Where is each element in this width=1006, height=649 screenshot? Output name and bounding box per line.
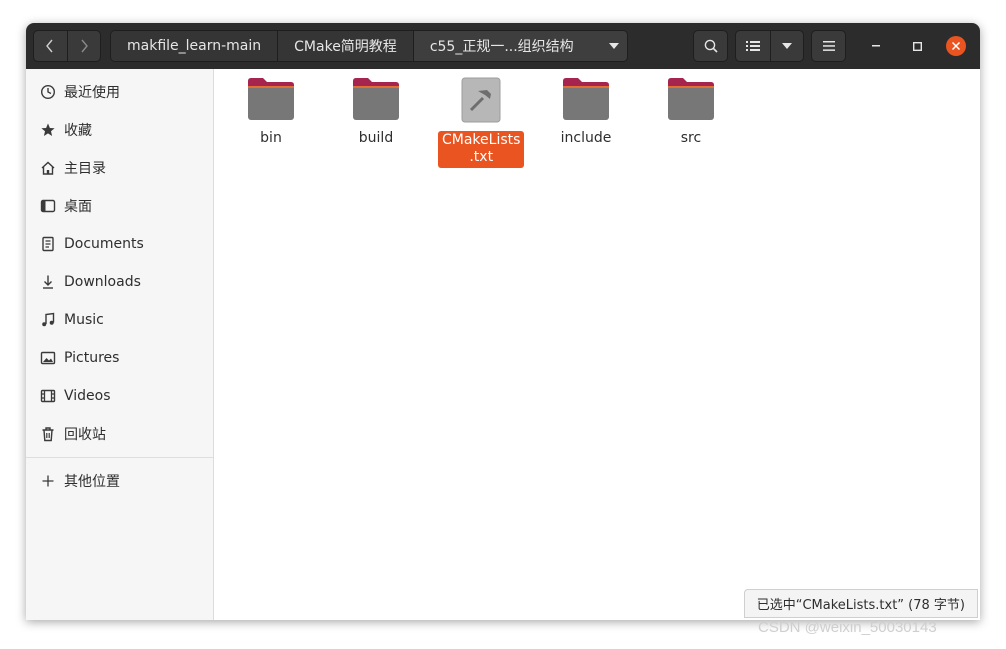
- music-icon: [40, 312, 56, 328]
- list-view-button[interactable]: [736, 31, 771, 61]
- sidebar-item-other-locations[interactable]: 其他位置: [26, 464, 213, 498]
- sidebar: 最近使用 收藏 主目录 桌面 Documents Downloads Music: [26, 69, 214, 620]
- sidebar-item-trash[interactable]: 回收站: [26, 417, 213, 451]
- breadcrumb-item[interactable]: makfile_learn-main: [111, 31, 279, 61]
- build-file-icon: [461, 77, 501, 123]
- sidebar-item-label: Documents: [64, 236, 144, 252]
- sidebar-item-label: Music: [64, 312, 104, 328]
- sidebar-item-label: Pictures: [64, 350, 120, 366]
- file-name: bin: [260, 130, 282, 146]
- folder-icon: [248, 78, 294, 120]
- home-icon: [40, 160, 56, 176]
- file-item-include[interactable]: include: [543, 77, 629, 148]
- search-icon: [704, 39, 718, 53]
- file-view: bin build CMakeLists .txt include src 已选中…: [214, 69, 980, 620]
- sidebar-item-videos[interactable]: Videos: [26, 379, 213, 413]
- sidebar-item-music[interactable]: Music: [26, 303, 213, 337]
- folder-icon: [353, 78, 399, 120]
- file-manager-window: makfile_learn-main CMake简明教程 c55_正规一...组…: [26, 23, 980, 620]
- sidebar-item-label: Downloads: [64, 274, 141, 290]
- chevron-right-icon: [81, 39, 88, 53]
- file-name: CMakeLists .txt: [438, 131, 525, 168]
- sidebar-item-label: 桌面: [64, 199, 92, 215]
- breadcrumb-current[interactable]: c55_正规一...组织结构: [413, 31, 627, 61]
- sidebar-item-label: 最近使用: [64, 85, 120, 101]
- sidebar-item-label: 回收站: [64, 427, 106, 443]
- document-icon: [40, 236, 56, 252]
- header-bar: makfile_learn-main CMake简明教程 c55_正规一...组…: [26, 23, 980, 69]
- sidebar-item-recent[interactable]: 最近使用: [26, 75, 213, 109]
- list-view-icon: [746, 41, 760, 51]
- sidebar-item-label: 主目录: [64, 161, 106, 177]
- download-icon: [40, 274, 56, 290]
- sidebar-item-starred[interactable]: 收藏: [26, 113, 213, 147]
- minimize-icon: [872, 45, 880, 47]
- file-item-cmakelists[interactable]: CMakeLists .txt: [438, 77, 525, 168]
- sidebar-item-label: 其他位置: [64, 474, 120, 490]
- picture-icon: [40, 350, 56, 366]
- file-item-bin[interactable]: bin: [228, 77, 314, 148]
- clock-icon: [40, 84, 56, 100]
- file-name-line1: CMakeLists: [442, 132, 521, 148]
- trash-icon: [40, 426, 56, 442]
- file-name: include: [560, 130, 612, 146]
- maximize-icon: [912, 41, 922, 51]
- plus-icon: [40, 473, 56, 489]
- sidebar-item-documents[interactable]: Documents: [26, 227, 213, 261]
- view-options-group: [735, 30, 804, 62]
- sidebar-item-desktop[interactable]: 桌面: [26, 189, 213, 223]
- sidebar-divider: [26, 457, 213, 458]
- watermark: CSDN @weixin_50030143: [758, 619, 937, 636]
- menu-button[interactable]: [811, 30, 846, 62]
- view-dropdown-button[interactable]: [771, 31, 803, 61]
- back-button[interactable]: [34, 31, 67, 61]
- video-icon: [40, 388, 56, 404]
- folder-icon: [668, 78, 714, 120]
- selection-status: 已选中“CMakeLists.txt” (78 字节): [743, 589, 978, 618]
- file-name-line2: .txt: [469, 149, 494, 165]
- sidebar-item-label: Videos: [64, 388, 111, 404]
- navigation-buttons: [33, 30, 101, 62]
- forward-button[interactable]: [66, 31, 101, 61]
- sidebar-item-pictures[interactable]: Pictures: [26, 341, 213, 375]
- minimize-button[interactable]: [866, 36, 886, 56]
- breadcrumb: makfile_learn-main CMake简明教程 c55_正规一...组…: [110, 30, 628, 62]
- file-item-build[interactable]: build: [333, 77, 419, 148]
- breadcrumb-item[interactable]: CMake简明教程: [278, 31, 414, 61]
- sidebar-item-home[interactable]: 主目录: [26, 151, 213, 185]
- file-name: src: [680, 130, 702, 146]
- close-icon: [952, 42, 960, 50]
- close-button[interactable]: [946, 36, 966, 56]
- maximize-button[interactable]: [907, 36, 927, 56]
- caret-down-icon: [608, 43, 619, 49]
- breadcrumb-current-label: c55_正规一...组织结构: [429, 39, 574, 55]
- chevron-left-icon: [46, 39, 53, 53]
- desktop-icon: [40, 198, 56, 214]
- sidebar-item-label: 收藏: [64, 123, 92, 139]
- file-name: build: [358, 130, 394, 146]
- star-icon: [40, 122, 56, 138]
- sidebar-item-downloads[interactable]: Downloads: [26, 265, 213, 299]
- search-button[interactable]: [693, 30, 728, 62]
- caret-down-icon: [782, 43, 792, 49]
- hamburger-menu-icon: [822, 41, 835, 51]
- file-item-src[interactable]: src: [648, 77, 734, 148]
- folder-icon: [563, 78, 609, 120]
